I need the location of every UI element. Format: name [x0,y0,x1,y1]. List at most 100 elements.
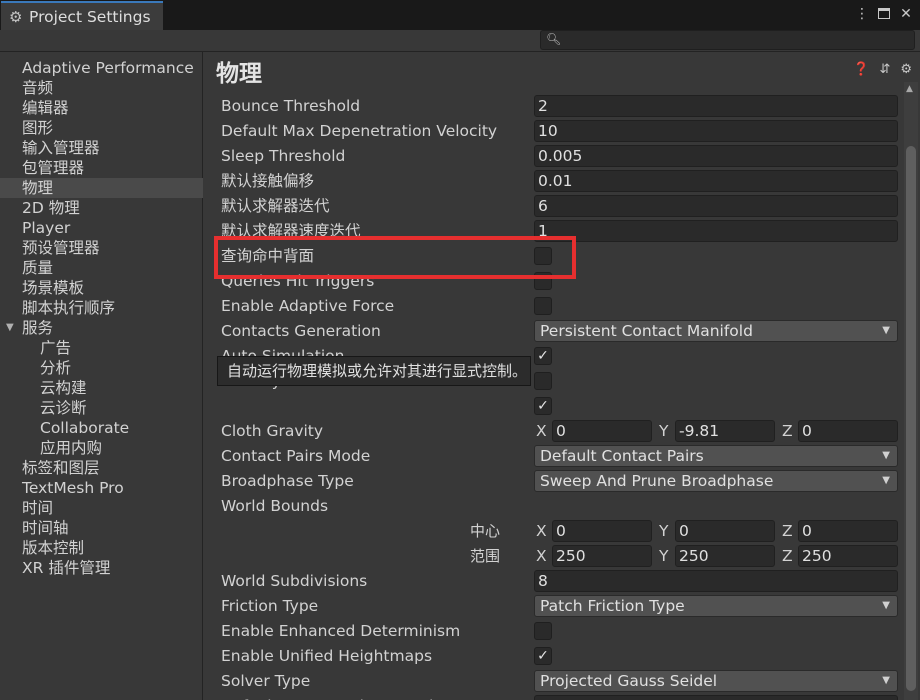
settings-icon[interactable]: ⚙ [900,62,912,77]
sidebar-item[interactable]: XR 插件管理 [0,558,203,578]
maximize-icon[interactable] [876,5,892,23]
vector-field-y[interactable]: -9.81 [675,420,775,442]
scroll-up-icon[interactable]: ▲ [906,84,913,94]
axis-label-x: X [536,422,547,440]
axis-label-z: Z [782,522,793,540]
setting-dropdown[interactable]: Projected Gauss Seidel ▼ [534,670,898,692]
sidebar-item[interactable]: 编辑器 [0,98,203,118]
axis-label-x: X [536,547,547,565]
search-icon: 🔍︎ [546,32,562,46]
sidebar-item[interactable]: 云诊断 [0,398,203,418]
sidebar-item[interactable]: 云构建 [0,378,203,398]
axis-label-y: Y [659,547,669,565]
axis-label-x: X [536,522,547,540]
sidebar-item[interactable]: 质量 [0,258,203,278]
sidebar-item[interactable]: ▼ 服务 [0,318,203,338]
sidebar-item[interactable]: 物理 [0,178,203,198]
setting-dropdown[interactable]: Persistent Contact Manifold ▼ [534,320,898,342]
window-titlebar: ⚙ Project Settings ⋮ ✕ [0,0,920,30]
vector-field-y[interactable]: 250 [675,545,775,567]
setting-value-field[interactable]: 2 [534,95,898,117]
setting-label: Sleep Threshold [221,147,346,165]
setting-checkbox[interactable] [534,372,552,390]
sidebar-item[interactable]: 应用内购 [0,438,203,458]
setting-dropdown[interactable]: Default Contact Pairs ▼ [534,445,898,467]
vertical-scrollbar[interactable]: ▲ [904,82,918,700]
sidebar-item[interactable]: 2D 物理 [0,198,203,218]
setting-value-field[interactable]: 7 [534,695,898,700]
setting-label: World Subdivisions [221,572,368,590]
preset-icon[interactable]: ⇵ [879,62,890,77]
setting-label: Bounce Threshold [221,97,361,115]
setting-label: World Bounds [221,497,329,515]
vector-field-x[interactable]: 250 [552,545,652,567]
sidebar-item[interactable]: TextMesh Pro [0,478,203,498]
vector-field-z[interactable]: 0 [798,420,898,442]
sidebar-item[interactable]: Player [0,218,203,238]
setting-value-field[interactable]: 0.01 [534,170,898,192]
setting-label: Enable Adaptive Force [221,297,395,315]
setting-checkbox[interactable]: ✓ [534,647,552,665]
axis-label-z: Z [782,547,793,565]
setting-label: 范围 [470,547,501,565]
sidebar-item-label: 云诊断 [40,399,87,417]
setting-value-field[interactable]: 6 [534,195,898,217]
sidebar-item[interactable]: 图形 [0,118,203,138]
sidebar-item[interactable]: 分析 [0,358,203,378]
sidebar-item[interactable]: 广告 [0,338,203,358]
caret-down-icon[interactable]: ▼ [6,318,14,338]
checkmark-icon: ✓ [537,398,549,414]
setting-checkbox[interactable]: ✓ [534,397,552,415]
setting-label: Enable Unified Heightmaps [221,647,433,665]
checkmark-icon: ✓ [537,648,549,664]
setting-checkbox[interactable]: ✓ [534,347,552,365]
sidebar-item[interactable]: 时间 [0,498,203,518]
sidebar-item[interactable]: 标签和图层 [0,458,203,478]
settings-content: 物理 ❓ ⇵ ⚙ ▲ 自动运行物理模拟或允许对其进行显式控制。 Bounce T… [204,52,920,700]
scrollbar-thumb[interactable] [906,146,916,691]
vector-field-z[interactable]: 250 [798,545,898,567]
sidebar-item[interactable]: 场景模板 [0,278,203,298]
axis-label-y: Y [659,422,669,440]
axis-label-y: Y [659,522,669,540]
setting-value-field[interactable]: 0.005 [534,145,898,167]
sidebar-item[interactable]: 脚本执行顺序 [0,298,203,318]
setting-label: Contact Pairs Mode [221,447,371,465]
search-input[interactable]: 🔍︎ [540,30,915,50]
sidebar-item[interactable]: 预设管理器 [0,238,203,258]
setting-dropdown[interactable]: Sweep And Prune Broadphase ▼ [534,470,898,492]
sidebar-item[interactable]: 版本控制 [0,538,203,558]
sidebar-item[interactable]: 音频 [0,78,203,98]
sidebar-item[interactable]: 包管理器 [0,158,203,178]
setting-checkbox[interactable] [534,297,552,315]
sidebar-item-label: TextMesh Pro [22,479,124,497]
sidebar-item[interactable]: 时间轴 [0,518,203,538]
sidebar-item-label: 标签和图层 [22,459,100,477]
setting-label: Broadphase Type [221,472,354,490]
setting-value-field[interactable]: 10 [534,120,898,142]
sidebar-item-label: 分析 [40,359,72,377]
setting-value-field[interactable]: 8 [534,570,898,592]
setting-label: Default Max Angular Speed [221,695,433,700]
sidebar-item-label: 音频 [22,79,54,97]
setting-label: 默认接触偏移 [221,172,315,190]
setting-label: 默认求解器迭代 [221,197,330,215]
close-icon[interactable]: ✕ [898,5,914,23]
sidebar-item-label: Adaptive Performance [22,59,194,77]
vector-field-z[interactable]: 0 [798,520,898,542]
vector-field-x[interactable]: 0 [552,420,652,442]
setting-checkbox[interactable] [534,622,552,640]
setting-value-field[interactable]: 1 [534,220,898,242]
setting-dropdown[interactable]: Patch Friction Type ▼ [534,595,898,617]
help-icon[interactable]: ❓ [853,62,869,77]
sidebar-item[interactable]: Collaborate [0,418,203,438]
sidebar-item-label: 编辑器 [22,99,69,117]
menu-dots-icon[interactable]: ⋮ [854,5,870,23]
vector-field-x[interactable]: 0 [552,520,652,542]
vector-field-y[interactable]: 0 [675,520,775,542]
sidebar-item[interactable]: 输入管理器 [0,138,203,158]
window-tab[interactable]: ⚙ Project Settings [1,1,163,30]
sidebar-item[interactable]: Adaptive Performance [0,58,203,78]
dropdown-value: Persistent Contact Manifold [540,322,753,340]
sidebar-item-label: Player [22,219,71,237]
